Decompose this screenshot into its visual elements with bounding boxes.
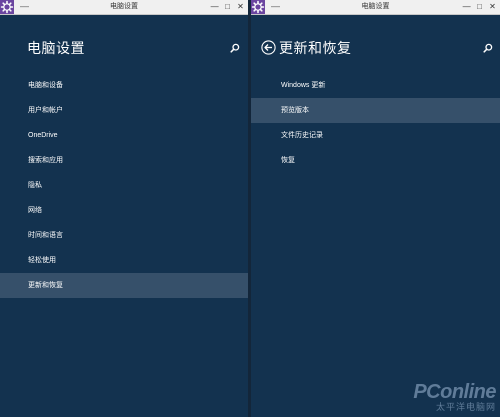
watermark: PConline 太平洋电脑网 (413, 382, 496, 413)
window-controls: — □ ✕ (461, 0, 498, 14)
search-icon[interactable] (230, 43, 240, 53)
nav-item-preview-builds[interactable]: 预览版本 (251, 98, 500, 123)
nav-item-windows-update[interactable]: Windows 更新 (251, 73, 500, 98)
watermark-subtitle: 太平洋电脑网 (435, 402, 496, 412)
nav-item-network[interactable]: 网络 (0, 198, 248, 223)
nav-item-update-and-recovery[interactable]: 更新和恢复 (0, 273, 248, 298)
nav-item-file-history[interactable]: 文件历史记录 (251, 123, 500, 148)
title-bar[interactable]: — 电脑设置 — □ ✕ (251, 0, 500, 15)
update-recovery-nav-list: Windows 更新 预览版本 文件历史记录 恢复 (251, 73, 500, 173)
close-icon[interactable]: ✕ (235, 0, 246, 14)
nav-item-recovery[interactable]: 恢复 (251, 148, 500, 173)
nav-item-pc-and-devices[interactable]: 电脑和设备 (0, 73, 248, 98)
title-bar[interactable]: — 电脑设置 — □ ✕ (0, 0, 248, 15)
page-title: 电脑设置 (27, 40, 85, 56)
nav-item-time-and-language[interactable]: 时间和语言 (0, 223, 248, 248)
maximize-icon[interactable]: □ (222, 0, 233, 14)
minimize-icon[interactable]: — (461, 0, 472, 14)
nav-item-ease-of-access[interactable]: 轻松使用 (0, 248, 248, 273)
settings-nav-list: 电脑和设备 用户和帐户 OneDrive 搜索和应用 隐私 网络 时间和语言 轻… (0, 73, 248, 298)
page-title: 更新和恢复 (279, 40, 352, 56)
nav-item-search-and-apps[interactable]: 搜索和应用 (0, 148, 248, 173)
nav-item-privacy[interactable]: 隐私 (0, 173, 248, 198)
close-icon[interactable]: ✕ (487, 0, 498, 14)
right-window: — 电脑设置 — □ ✕ 更新和恢复 Windows 更新 预览版本 文件历史记… (251, 0, 500, 417)
left-window: — 电脑设置 — □ ✕ 电脑设置 电脑和设备 用户和帐户 OneDrive 搜… (0, 0, 248, 417)
back-arrow-icon[interactable] (261, 40, 276, 55)
window-controls: — □ ✕ (209, 0, 246, 14)
watermark-logo: PConline (413, 381, 496, 403)
maximize-icon[interactable]: □ (474, 0, 485, 14)
minimize-icon[interactable]: — (209, 0, 220, 14)
nav-item-onedrive[interactable]: OneDrive (0, 123, 248, 148)
search-icon[interactable] (483, 43, 493, 53)
nav-item-accounts[interactable]: 用户和帐户 (0, 98, 248, 123)
